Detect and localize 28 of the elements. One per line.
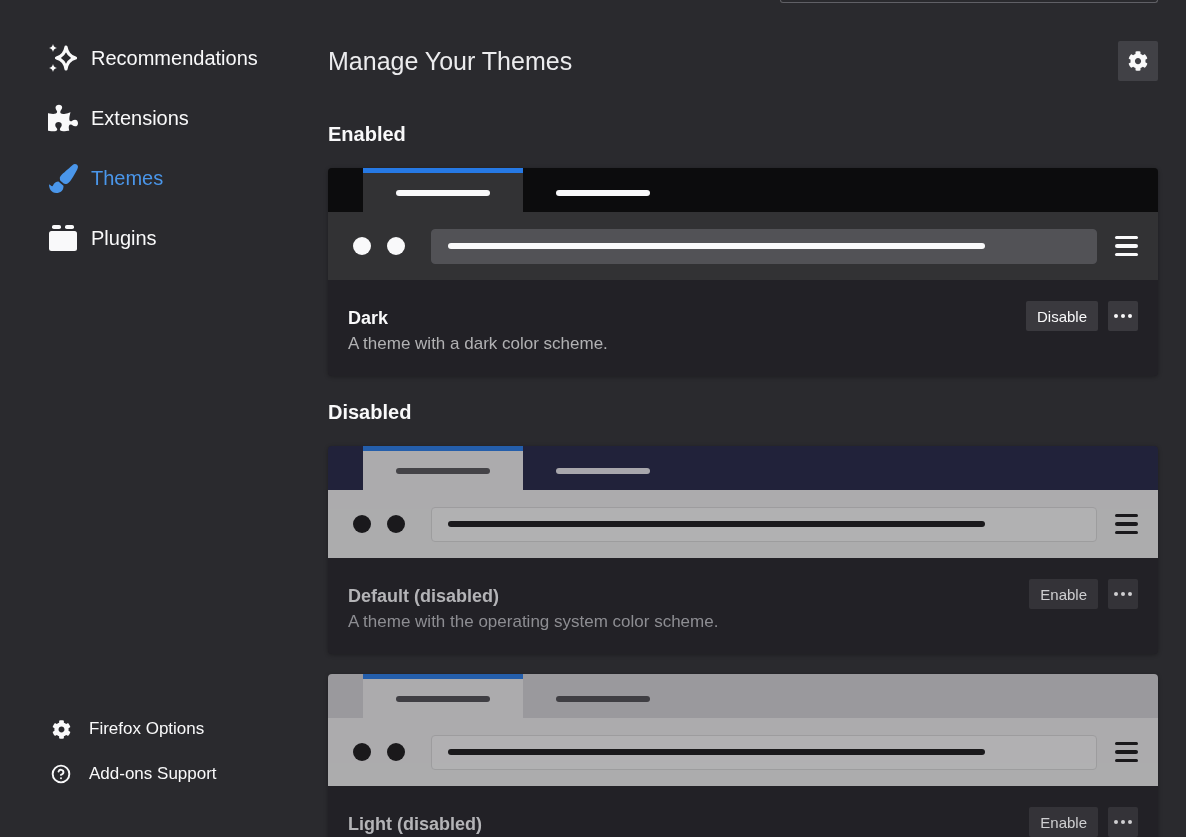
settings-icon xyxy=(1128,51,1148,71)
page-title: Manage Your Themes xyxy=(328,46,573,76)
settings-icon xyxy=(51,719,71,739)
theme-description: A theme with a dark color scheme. xyxy=(348,334,608,354)
brush-icon xyxy=(48,163,78,193)
sidebar-link[interactable]: Firefox Options xyxy=(51,711,209,747)
ellipsis-icon xyxy=(1114,820,1132,824)
sparkle-icon xyxy=(48,44,78,72)
sidebar-item[interactable]: Recommendations xyxy=(48,34,264,82)
search-field[interactable] xyxy=(780,0,1158,3)
theme-name: Default (disabled) xyxy=(348,585,500,607)
disable-button[interactable]: Disable xyxy=(1025,301,1098,331)
theme-name: Light (disabled) xyxy=(348,813,482,835)
theme-description: A theme with the operating system color scheme. xyxy=(348,612,719,632)
sidebar-item[interactable]: Plugins xyxy=(48,214,163,262)
section-heading: Enabled xyxy=(328,122,406,146)
help-icon xyxy=(51,764,71,784)
theme-name: Dark xyxy=(348,307,390,329)
section-heading: Disabled xyxy=(328,400,412,424)
ellipsis-icon xyxy=(1114,314,1132,318)
settings-button[interactable] xyxy=(1118,41,1158,81)
sidebar-link[interactable]: Add-ons Support xyxy=(51,756,221,792)
more-options-button[interactable] xyxy=(1108,301,1138,331)
plugin-icon xyxy=(49,225,77,251)
puzzle-icon xyxy=(48,103,78,133)
sidebar-item[interactable]: Extensions xyxy=(48,94,195,142)
ellipsis-icon xyxy=(1114,592,1132,596)
sidebar-item[interactable]: Themes xyxy=(48,154,170,202)
